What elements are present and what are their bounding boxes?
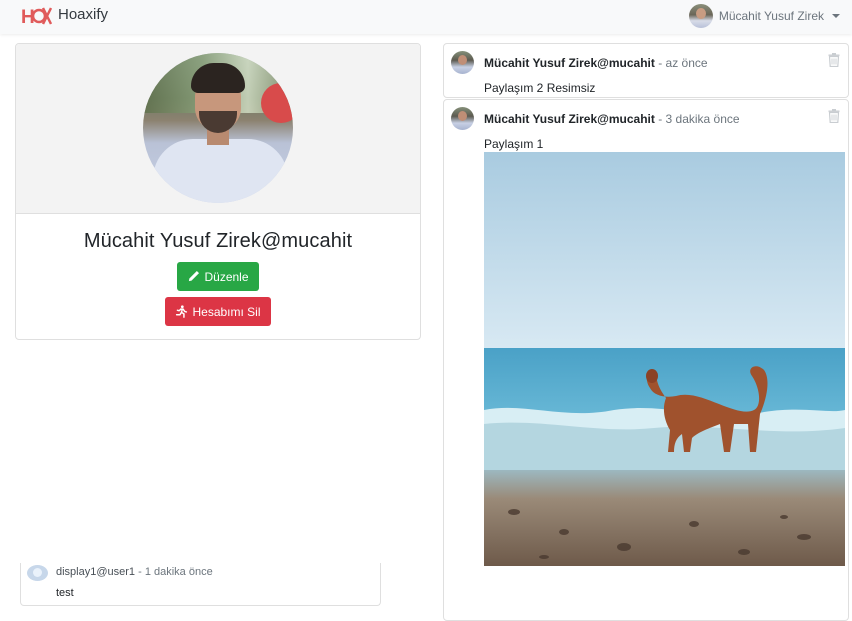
- brand-name[interactable]: Hoaxify: [58, 6, 108, 23]
- user-menu-toggle[interactable]: Mücahit Yusuf Zirek: [688, 3, 840, 29]
- profile-photo: [143, 53, 293, 203]
- post-author[interactable]: Mücahit Yusuf Zirek@mucahit: [484, 56, 655, 70]
- delete-account-button[interactable]: Hesabımı Sil: [165, 297, 271, 326]
- avatar[interactable]: [27, 565, 48, 581]
- post-content: Paylaşım 1: [484, 137, 544, 151]
- feed-post: display1@user1 - 1 dakika önce test: [20, 563, 381, 606]
- user-menu-name: Mücahit Yusuf Zirek: [718, 9, 824, 23]
- trash-icon[interactable]: [828, 53, 840, 67]
- edit-profile-label: Düzenle: [204, 269, 249, 284]
- avatar[interactable]: [451, 51, 474, 74]
- avatar[interactable]: [451, 107, 474, 130]
- running-person-icon: [176, 305, 188, 318]
- feed-post: Mücahit Yusuf Zirek@mucahit - az önce Pa…: [443, 43, 849, 98]
- post-content: test: [56, 587, 74, 599]
- profile-header: [16, 44, 420, 214]
- hoaxify-logo-icon[interactable]: H: [20, 3, 52, 29]
- chevron-down-icon: [832, 14, 840, 18]
- pencil-icon: [189, 270, 200, 282]
- post-header: Mücahit Yusuf Zirek@mucahit - az önce: [484, 56, 708, 70]
- feed-post: Mücahit Yusuf Zirek@mucahit - 3 dakika ö…: [443, 99, 849, 621]
- edit-profile-button[interactable]: Düzenle: [177, 262, 259, 291]
- post-author[interactable]: Mücahit Yusuf Zirek@mucahit: [484, 112, 655, 126]
- post-content: Paylaşım 2 Resimsiz: [484, 81, 596, 95]
- post-image: [484, 152, 845, 566]
- profile-title: Mücahit Yusuf Zirek@mucahit: [83, 230, 353, 252]
- post-header: Mücahit Yusuf Zirek@mucahit - 3 dakika ö…: [484, 112, 740, 126]
- trash-icon[interactable]: [828, 109, 840, 123]
- post-header: display1@user1 - 1 dakika önce: [56, 566, 213, 578]
- post-time: - 3 dakika önce: [654, 112, 740, 126]
- post-time: - 1 dakika önce: [135, 566, 213, 578]
- post-time: - az önce: [654, 56, 708, 70]
- top-navbar: H Hoaxify Mücahit Yusuf Zirek: [0, 0, 852, 34]
- delete-account-label: Hesabımı Sil: [192, 304, 261, 319]
- post-author[interactable]: display1@user1: [56, 566, 135, 578]
- profile-card: Mücahit Yusuf Zirek@mucahit Düzenle Hesa…: [15, 43, 421, 340]
- avatar: [688, 4, 713, 28]
